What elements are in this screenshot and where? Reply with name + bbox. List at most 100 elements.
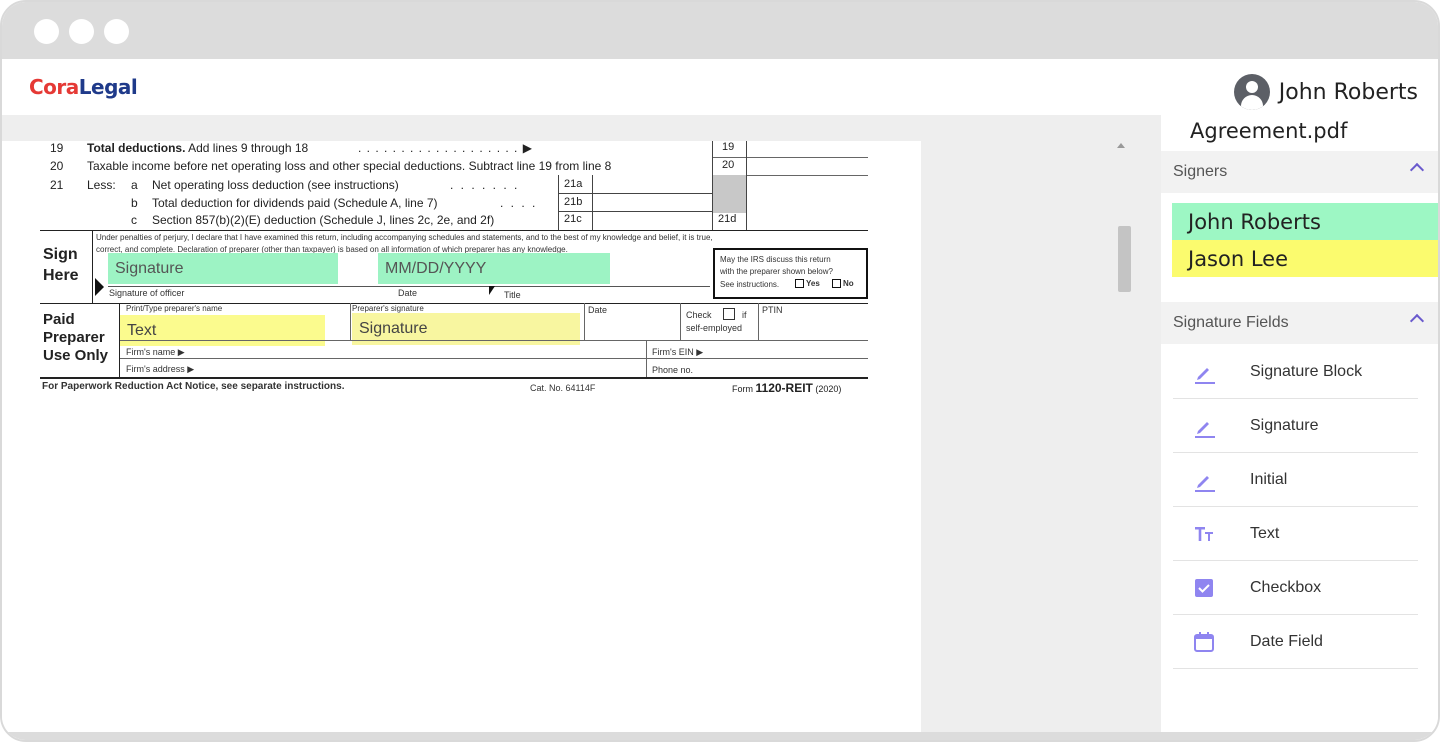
field-type-text[interactable]: Text — [1173, 507, 1418, 561]
check-label: Check — [686, 310, 712, 320]
scroll-up-arrow-icon[interactable] — [1117, 143, 1125, 148]
field-type-signature[interactable]: Signature — [1173, 399, 1418, 453]
footer-form-number: 1120-REIT — [755, 381, 813, 395]
paid-preparer-line: Use Only — [43, 347, 109, 364]
field-label: MM/DD/YYYY — [385, 259, 487, 277]
document-viewer: 19 Total deductions. Add lines 9 through… — [2, 115, 1161, 732]
line-letter: b — [131, 196, 138, 210]
field-type-label: Text — [1250, 524, 1280, 542]
app-header: CoraLegal John Roberts — [2, 59, 1438, 115]
line-label-bold: Total deductions. — [87, 141, 186, 155]
preparer-date-label: Date — [588, 305, 608, 315]
line-label: Net operating loss deduction (see instru… — [152, 178, 399, 192]
line-dots: . . . . . . . — [450, 178, 520, 192]
calendar-icon — [1191, 629, 1217, 655]
chevron-up-icon[interactable] — [1409, 313, 1425, 329]
window-minimize-dot[interactable] — [69, 19, 94, 44]
title-label: Title — [504, 290, 521, 300]
paid-preparer-label: Paid Preparer Use Only — [43, 311, 108, 365]
preparer-name-label: Print/Type preparer's name — [126, 304, 223, 313]
line-number: 21 — [50, 178, 64, 192]
no-checkbox[interactable] — [832, 279, 841, 288]
phone-label: Phone no. — [652, 365, 694, 375]
logo[interactable]: CoraLegal — [29, 75, 138, 99]
footer-cat-number: Cat. No. 64114F — [530, 383, 596, 393]
line-label: Total deduction for dividends paid (Sche… — [152, 196, 438, 210]
app-window: CoraLegal John Roberts 19 Total deductio… — [0, 0, 1440, 742]
field-type-label: Signature Block — [1250, 362, 1363, 380]
line-box-label: 21d — [718, 213, 737, 225]
footer-form-prefix: Form — [732, 384, 753, 394]
pen-icon — [1191, 413, 1217, 439]
field-type-label: Checkbox — [1250, 578, 1322, 596]
window-bottom-bar — [2, 732, 1438, 740]
firm-name-label: Firm's name ▶ — [126, 347, 185, 357]
field-type-label: Signature — [1250, 416, 1319, 434]
user-menu[interactable]: John Roberts — [1233, 74, 1418, 110]
logo-part-legal: Legal — [78, 75, 138, 99]
signer-name: John Roberts — [1188, 209, 1321, 234]
signer-name: Jason Lee — [1188, 246, 1289, 271]
line-letter: a — [131, 178, 138, 192]
signer-item[interactable]: John Roberts — [1172, 203, 1438, 240]
footer-form-year: (2020) — [815, 384, 842, 394]
field-label: Text — [127, 321, 157, 339]
field-type-label: Date Field — [1250, 632, 1323, 650]
field-type-list: Signature Block Signature Initial Text C… — [1173, 345, 1418, 669]
yes-checkbox[interactable] — [795, 279, 804, 288]
line-number: 20 — [50, 159, 64, 173]
line-box-label: 21c — [564, 213, 582, 225]
field-label: Signature — [115, 259, 184, 277]
no-label: No — [843, 279, 854, 288]
line-dots: . . . . . . . . . . . . . . . . . . . ▶ — [358, 141, 533, 155]
signature-field-green[interactable]: Signature — [108, 253, 338, 284]
field-label: Signature — [359, 320, 428, 337]
if-label: if — [742, 310, 747, 320]
line-box-label: 21a — [564, 178, 583, 190]
window-close-dot[interactable] — [34, 19, 59, 44]
paid-preparer-line: Paid — [43, 311, 75, 328]
signers-section-header[interactable]: Signers — [1161, 151, 1438, 193]
signer-item[interactable]: Jason Lee — [1172, 240, 1438, 277]
preparer-signature-label: Preparer's signature — [352, 304, 424, 313]
document-filename: Agreement.pdf — [1190, 119, 1348, 143]
logo-part-cora: Cora — [29, 75, 79, 99]
chevron-up-icon[interactable] — [1409, 162, 1425, 178]
line-dots: . . . . — [500, 196, 538, 210]
sign-here-line: Sign — [43, 246, 78, 263]
line-box-label: 19 — [722, 141, 735, 153]
self-employed-label: self-employed — [686, 323, 743, 333]
text-field-yellow[interactable]: Text — [120, 315, 325, 346]
signature-fields-section-header[interactable]: Signature Fields — [1161, 302, 1438, 344]
checkbox-icon — [1191, 575, 1217, 601]
ptin-label: PTIN — [762, 305, 783, 315]
scrollbar-thumb[interactable] — [1118, 226, 1131, 292]
field-type-initial[interactable]: Initial — [1173, 453, 1418, 507]
perjury-text: Under penalties of perjury, I declare th… — [96, 233, 713, 242]
section-title: Signature Fields — [1173, 314, 1289, 331]
user-name: John Roberts — [1278, 79, 1418, 105]
irs-discuss-text: See instructions. — [720, 280, 780, 289]
field-type-checkbox[interactable]: Checkbox — [1173, 561, 1418, 615]
pen-icon — [1191, 467, 1217, 493]
line-box-label: 20 — [722, 159, 735, 171]
section-title: Signers — [1173, 163, 1228, 180]
window-maximize-dot[interactable] — [104, 19, 129, 44]
right-panel: Agreement.pdf Signers John Roberts Jason… — [1161, 115, 1438, 732]
sign-here-label: Sign Here — [43, 244, 79, 286]
pen-icon — [1191, 359, 1217, 385]
text-icon — [1191, 521, 1217, 547]
sign-arrow-icon — [95, 278, 104, 296]
date-label: Date — [398, 288, 418, 298]
avatar-icon — [1233, 74, 1270, 110]
field-type-date-field[interactable]: Date Field — [1173, 615, 1418, 669]
self-employed-checkbox[interactable] — [723, 308, 735, 320]
firm-ein-label: Firm's EIN ▶ — [652, 347, 704, 357]
irs-discuss-box: May the IRS discuss this return with the… — [713, 248, 868, 299]
footer-notice: For Paperwork Reduction Act Notice, see … — [42, 381, 345, 392]
line-label: Taxable income before net operating loss… — [87, 159, 612, 173]
irs-discuss-text: May the IRS discuss this return — [720, 255, 831, 264]
date-field-green[interactable]: MM/DD/YYYY — [378, 253, 610, 284]
line-number: 19 — [50, 141, 64, 155]
field-type-signature-block[interactable]: Signature Block — [1173, 345, 1418, 399]
